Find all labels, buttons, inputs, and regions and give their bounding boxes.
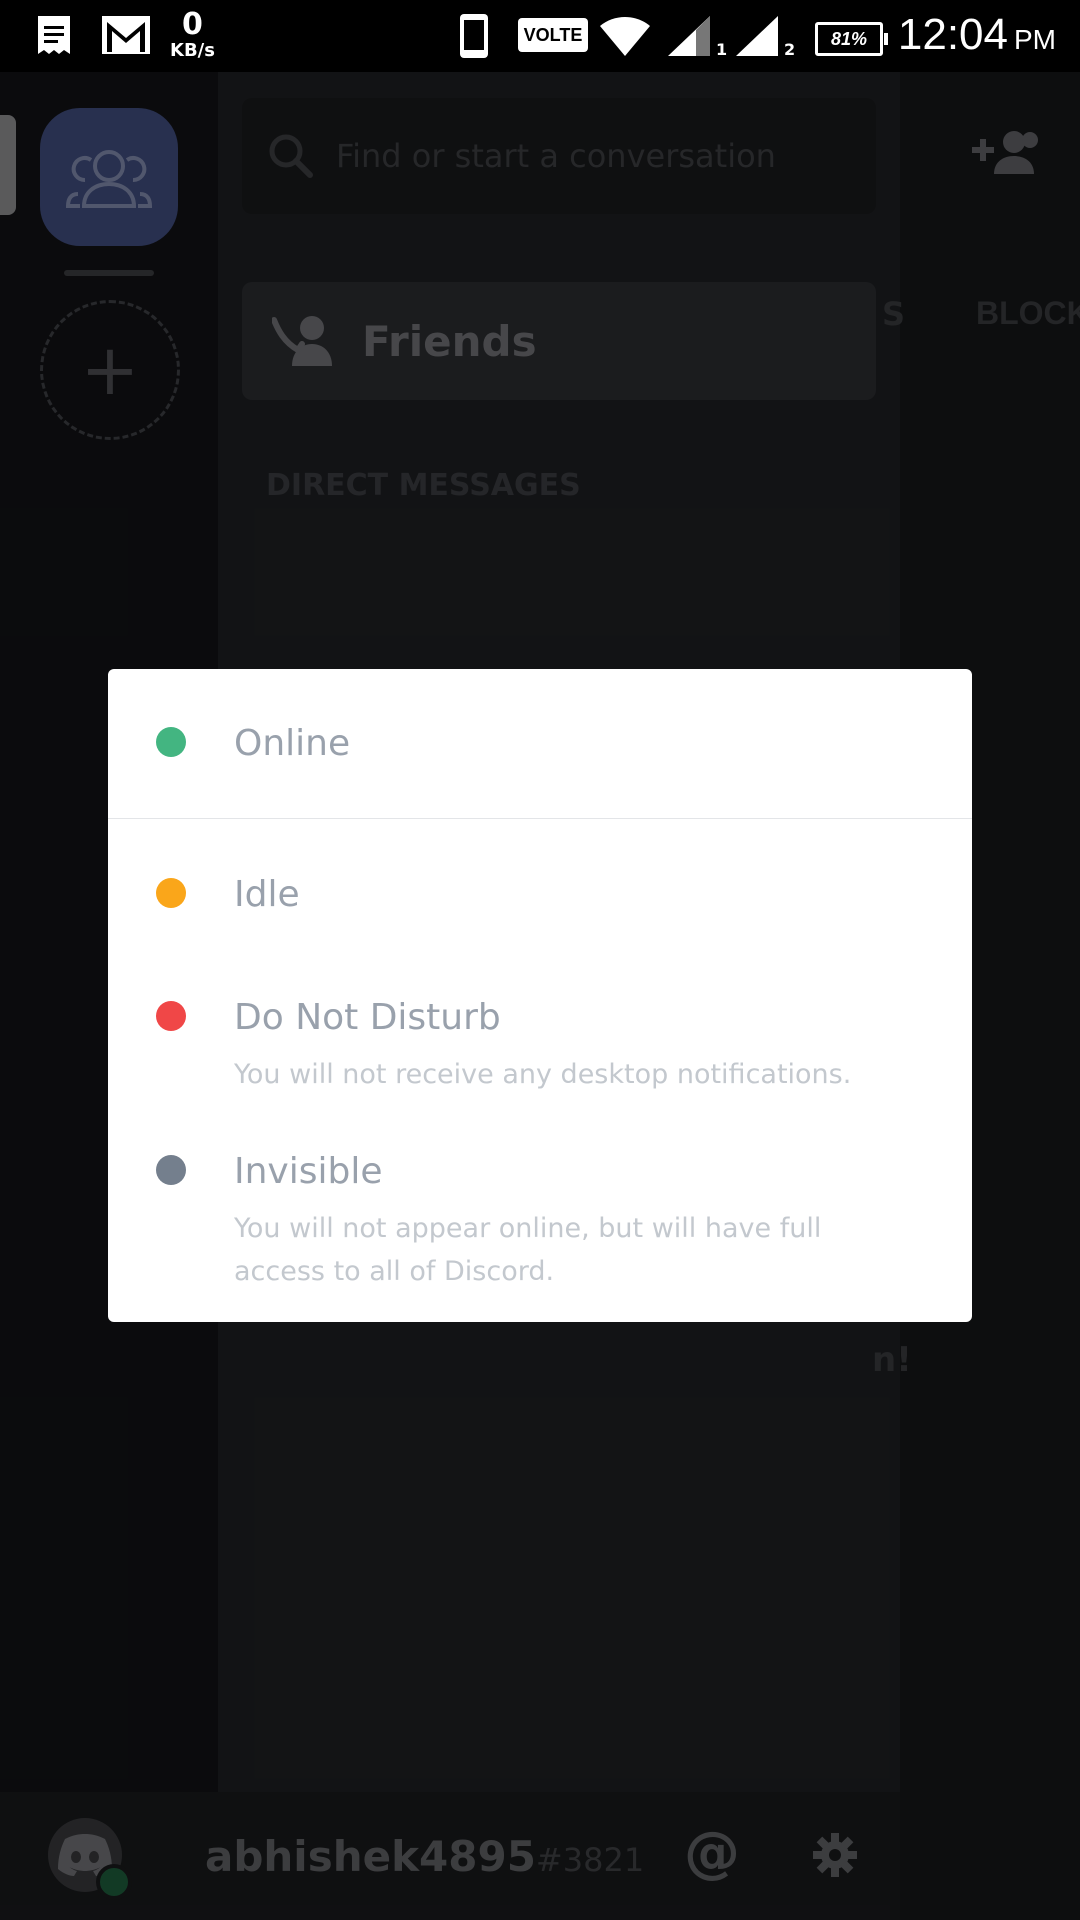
status-option-idle[interactable]: Idle [108, 819, 972, 939]
signal-icon [734, 14, 782, 58]
status-option-title: Idle [234, 874, 300, 915]
network-speed: 0 KB/s [170, 10, 215, 60]
speed-value: 0 [182, 7, 203, 42]
clock: 12:04 PM [898, 10, 1056, 60]
status-option-dnd[interactable]: Do Not Disturb You will not receive any … [108, 939, 972, 1090]
online-status-dot [156, 727, 186, 757]
status-picker-dialog: Online Idle Do Not Disturb You will not … [108, 669, 972, 1322]
volte-badge: VOLTE [518, 18, 588, 52]
signal-icon [666, 14, 714, 58]
status-option-title: Do Not Disturb [234, 997, 501, 1038]
status-option-invisible[interactable]: Invisible You will not appear online, bu… [108, 1093, 972, 1322]
status-option-description: You will not appear online, but will hav… [234, 1213, 822, 1287]
dnd-status-dot [156, 1001, 186, 1031]
sim1-label: 1 [716, 40, 728, 59]
status-option-online[interactable]: Online [108, 669, 972, 818]
speed-unit: KB/s [170, 40, 215, 61]
gmail-icon [100, 14, 152, 56]
wifi-icon [598, 14, 652, 58]
sim2-label: 2 [784, 40, 796, 59]
time: 12:04 [897, 10, 1008, 59]
status-bar: 0 KB/s VOLTE 1 2 81% 12:04 PM [0, 0, 1080, 72]
phone-icon [458, 12, 490, 60]
battery-indicator: 81% [815, 22, 888, 56]
status-option-title: Online [234, 723, 351, 764]
idle-status-dot [156, 878, 186, 908]
status-option-title: Invisible [234, 1151, 383, 1192]
notes-icon [34, 14, 74, 56]
ampm: PM [1014, 24, 1056, 55]
invisible-status-dot [156, 1155, 186, 1185]
status-option-description: You will not receive any desktop notific… [234, 1059, 852, 1090]
